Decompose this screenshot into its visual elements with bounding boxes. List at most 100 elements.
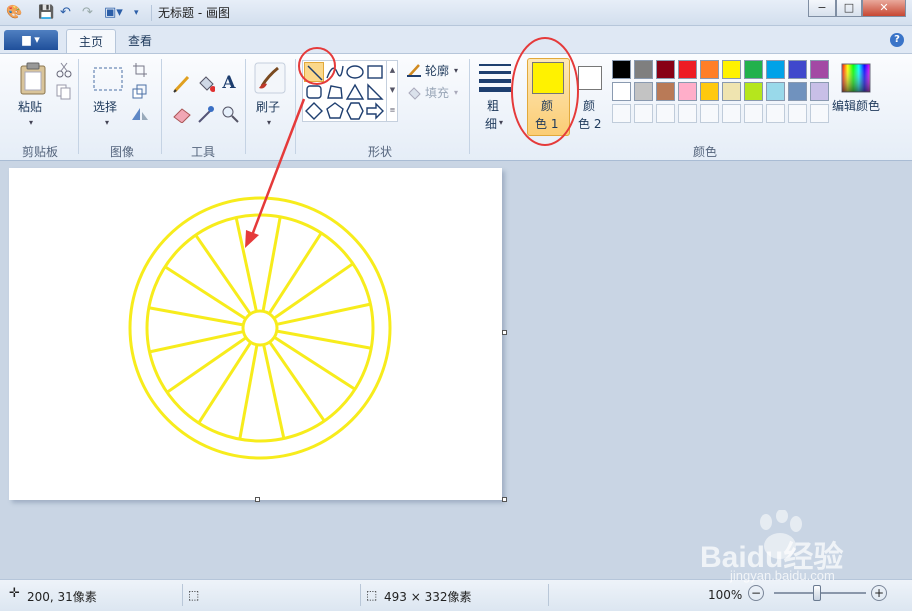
shapes-scroll[interactable]: ▲ ▼ ≡ — [386, 60, 398, 122]
polygon-shape-icon[interactable] — [325, 82, 345, 102]
app-menu-button[interactable]: ▆ ▾ — [4, 30, 58, 50]
palette-swatch[interactable] — [678, 82, 697, 101]
color-picker-icon[interactable] — [194, 102, 216, 124]
diamond-shape-icon[interactable] — [304, 101, 324, 121]
palette-swatch[interactable] — [766, 82, 785, 101]
fill-bucket-icon[interactable] — [194, 72, 216, 94]
status-divider — [360, 584, 361, 606]
eraser-icon[interactable] — [170, 102, 192, 124]
resize-handle-right[interactable] — [502, 330, 507, 335]
color2-label-bottom[interactable]: 色 2 — [578, 115, 601, 132]
rotate-icon[interactable] — [130, 106, 154, 122]
size-dropdown-icon[interactable]: ▾ — [499, 118, 503, 127]
status-divider — [182, 584, 183, 606]
palette-empty-swatch[interactable] — [700, 104, 719, 123]
palette-empty-swatch[interactable] — [810, 104, 829, 123]
outline-icon[interactable] — [406, 62, 422, 78]
palette-empty-swatch[interactable] — [788, 104, 807, 123]
drawing-canvas[interactable] — [9, 168, 502, 500]
text-tool-icon[interactable]: A — [218, 72, 240, 94]
brushes-dropdown-icon[interactable]: ▾ — [267, 118, 271, 127]
customize-toolbar-icon[interactable]: ▾ — [134, 4, 139, 22]
pencil-icon[interactable] — [170, 72, 192, 94]
tab-view[interactable]: 查看 — [116, 29, 164, 54]
palette-swatch[interactable] — [656, 60, 675, 79]
magnifier-icon[interactable] — [218, 102, 240, 124]
palette-swatch[interactable] — [634, 60, 653, 79]
workspace — [0, 162, 912, 579]
color2-label-top[interactable]: 颜 — [583, 97, 595, 114]
palette-swatch[interactable] — [788, 82, 807, 101]
palette-empty-swatch[interactable] — [766, 104, 785, 123]
palette-swatch[interactable] — [744, 82, 763, 101]
palette-swatch[interactable] — [612, 82, 631, 101]
zoom-slider-thumb[interactable] — [813, 585, 821, 601]
palette-swatch[interactable] — [810, 82, 829, 101]
palette-swatch[interactable] — [810, 60, 829, 79]
select-dropdown-icon[interactable]: ▾ — [105, 118, 109, 127]
right-triangle-shape-icon[interactable] — [365, 82, 385, 102]
paint-app-icon[interactable]: 🎨 — [6, 4, 22, 22]
minimize-button[interactable]: − — [808, 0, 836, 17]
help-icon[interactable]: ? — [890, 33, 904, 47]
resize-handle-corner[interactable] — [502, 497, 507, 502]
crop-icon[interactable] — [132, 62, 148, 78]
palette-swatch[interactable] — [700, 82, 719, 101]
tab-home[interactable]: 主页 — [66, 29, 117, 54]
cut-icon[interactable] — [56, 62, 72, 78]
palette-swatch[interactable] — [656, 82, 675, 101]
pentagon-shape-icon[interactable] — [325, 101, 345, 121]
outline-dropdown-icon[interactable]: ▾ — [454, 66, 458, 75]
palette-swatch[interactable] — [678, 60, 697, 79]
edit-colors-button[interactable]: 编辑颜色 — [832, 97, 880, 114]
color2-swatch[interactable] — [578, 66, 602, 90]
edit-colors-icon[interactable] — [840, 62, 872, 94]
triangle-shape-icon[interactable] — [345, 82, 365, 102]
size-label-top[interactable]: 粗 — [487, 97, 499, 114]
palette-empty-swatch[interactable] — [656, 104, 675, 123]
oval-shape-icon[interactable] — [345, 62, 365, 82]
watermark-url: jingyan.baidu.com — [730, 568, 835, 583]
select-icon[interactable] — [92, 66, 124, 92]
save-icon[interactable]: 💾 — [38, 4, 54, 22]
ribbon-panel: 粘贴 ▾ 剪贴板 选择 ▾ 图像 A 工具 刷子 ▾ ▲ ▼ ≡ 轮廓 ▾ 填充… — [0, 37, 912, 161]
quick-access-dropdown-icon[interactable]: ▣▾ — [104, 4, 123, 22]
palette-swatch[interactable] — [722, 60, 741, 79]
zoom-in-button[interactable]: + — [871, 585, 887, 601]
select-button[interactable]: 选择 — [93, 98, 117, 115]
palette-swatch[interactable] — [766, 60, 785, 79]
maximize-button[interactable]: □ — [836, 0, 862, 17]
brush-icon[interactable] — [254, 62, 286, 94]
close-button[interactable]: ✕ — [862, 0, 906, 17]
palette-swatch[interactable] — [612, 60, 631, 79]
palette-empty-swatch[interactable] — [744, 104, 763, 123]
size-label-bottom[interactable]: 细 — [485, 115, 497, 132]
palette-swatch[interactable] — [744, 60, 763, 79]
rounded-rectangle-shape-icon[interactable] — [304, 82, 324, 102]
size-icon[interactable] — [478, 62, 512, 92]
paste-button[interactable]: 粘贴 — [18, 98, 42, 115]
paste-dropdown-icon[interactable]: ▾ — [29, 118, 33, 127]
palette-empty-swatch[interactable] — [634, 104, 653, 123]
rectangle-shape-icon[interactable] — [365, 62, 385, 82]
palette-empty-swatch[interactable] — [678, 104, 697, 123]
undo-icon[interactable]: ↶ — [60, 4, 71, 22]
palette-empty-swatch[interactable] — [722, 104, 741, 123]
palette-swatch[interactable] — [788, 60, 807, 79]
cursor-position-icon: ✛ — [9, 586, 20, 601]
paste-icon[interactable] — [18, 62, 48, 96]
brushes-button[interactable]: 刷子 — [256, 98, 280, 115]
hexagon-shape-icon[interactable] — [345, 101, 365, 121]
palette-swatch[interactable] — [722, 82, 741, 101]
palette-swatch[interactable] — [700, 60, 719, 79]
wheel-spoke — [238, 345, 259, 440]
resize-handle-bottom[interactable] — [255, 497, 260, 502]
copy-icon[interactable] — [56, 84, 72, 100]
arrow-shape-icon[interactable] — [365, 101, 385, 121]
palette-swatch[interactable] — [634, 82, 653, 101]
palette-empty-swatch[interactable] — [612, 104, 631, 123]
resize-icon[interactable] — [132, 84, 148, 100]
outline-button[interactable]: 轮廓 — [425, 62, 449, 79]
zoom-out-button[interactable]: − — [748, 585, 764, 601]
group-divider — [78, 59, 79, 154]
